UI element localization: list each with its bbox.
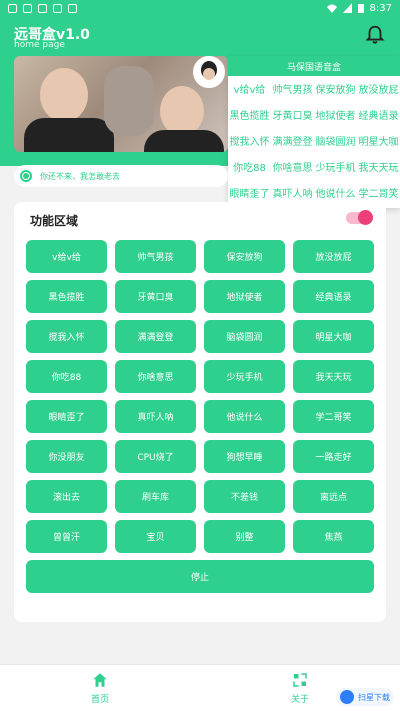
sound-button[interactable]: 离远点 [293, 480, 374, 513]
dropdown-item[interactable]: 保安放狗 [314, 78, 357, 104]
dropdown-item[interactable]: 放没放屁 [357, 78, 400, 104]
sound-button[interactable]: 我天天玩 [293, 360, 374, 393]
status-bar: 8:37 [0, 0, 400, 16]
status-time: 8:37 [369, 2, 392, 14]
nav-home[interactable]: 首页 [70, 671, 130, 705]
sound-button-grid: v给v给 帅气男孩 保安放狗 放没放屁 黑色揽胜 牙黄口臭 地狱使者 经典语录 … [26, 240, 374, 553]
status-notification-icons [8, 3, 77, 13]
sound-button[interactable]: 他说什么 [204, 400, 285, 433]
banner-face [160, 86, 204, 136]
sound-button[interactable]: 地狱使者 [204, 280, 285, 313]
dropdown-item[interactable]: 经典语录 [357, 104, 400, 130]
nav-home-label: 首页 [90, 695, 109, 705]
sound-button[interactable]: 学二哥笑 [293, 400, 374, 433]
app-subtitle: home page [14, 40, 65, 50]
sound-button[interactable]: 不差钱 [204, 480, 285, 513]
notice-text: 你还不来，我怎敢老去 [40, 171, 120, 181]
notification-icon [23, 3, 32, 13]
sound-button[interactable]: 搅我入怀 [26, 320, 107, 353]
sound-button[interactable]: 帅气男孩 [115, 240, 196, 273]
about-icon [293, 673, 307, 687]
signal-icon [342, 3, 352, 13]
banner-shirt [144, 130, 224, 152]
wifi-icon [326, 4, 337, 13]
avatar [193, 56, 225, 88]
watermark-badge: 扫星下载 [336, 688, 394, 706]
nav-about-label: 关于 [290, 695, 309, 705]
avatar-face [203, 68, 215, 80]
dropdown-item[interactable]: 帅气男孩 [271, 78, 314, 104]
bell-icon[interactable] [364, 24, 386, 46]
sound-button[interactable]: 少玩手机 [204, 360, 285, 393]
sound-button[interactable]: 刷车库 [115, 480, 196, 513]
notice-bar: 你还不来，我怎敢老去 [14, 165, 228, 187]
sound-button[interactable]: 曾曾汗 [26, 520, 107, 553]
function-toggle[interactable] [346, 210, 373, 225]
sound-button[interactable]: 宝贝 [115, 520, 196, 553]
status-system-icons: 8:37 [326, 2, 392, 14]
sound-button[interactable]: 牙黄口臭 [115, 280, 196, 313]
dropdown-item[interactable]: 脑袋圆润 [314, 130, 357, 156]
banner-figure [104, 66, 154, 136]
dropdown-item[interactable]: 搅我入怀 [228, 130, 271, 156]
sound-dropdown: 马保国语音盒 v给v给 帅气男孩 保安放狗 放没放屁 黑色揽胜 牙黄口臭 地狱使… [228, 56, 400, 208]
dropdown-item[interactable]: v给v给 [228, 78, 271, 104]
sound-button[interactable]: 眼睛歪了 [26, 400, 107, 433]
sound-button[interactable]: 明星大咖 [293, 320, 374, 353]
sound-button[interactable]: 你吃88 [26, 360, 107, 393]
home-icon [93, 673, 107, 687]
dropdown-item[interactable]: 少玩手机 [314, 156, 357, 182]
sound-button[interactable]: 狗想早睡 [204, 440, 285, 473]
notification-icon [8, 3, 17, 13]
sound-button[interactable]: 你没朋友 [26, 440, 107, 473]
sound-button[interactable]: 一路走好 [293, 440, 374, 473]
sound-button[interactable]: CPU烧了 [115, 440, 196, 473]
sound-button[interactable]: 放没放屁 [293, 240, 374, 273]
sound-button[interactable]: 你啥意思 [115, 360, 196, 393]
sound-button[interactable]: 满满登登 [115, 320, 196, 353]
dropdown-item[interactable]: 你啥意思 [271, 156, 314, 182]
dropdown-item[interactable]: 牙黄口臭 [271, 104, 314, 130]
dropdown-item[interactable]: 满满登登 [271, 130, 314, 156]
sound-button[interactable]: 别整 [204, 520, 285, 553]
watermark-icon [340, 690, 354, 704]
sound-button[interactable]: 滚出去 [26, 480, 107, 513]
sound-button[interactable]: 保安放狗 [204, 240, 285, 273]
dropdown-item[interactable]: 明星大咖 [357, 130, 400, 156]
notification-icon [68, 3, 77, 13]
sound-button[interactable]: 真吓人呐 [115, 400, 196, 433]
sound-button[interactable]: 焦燕 [293, 520, 374, 553]
stop-button[interactable]: 停止 [26, 560, 374, 593]
nav-about[interactable]: 关于 [270, 671, 330, 705]
dropdown-list: v给v给 帅气男孩 保安放狗 放没放屁 黑色揽胜 牙黄口臭 地狱使者 经典语录 … [228, 76, 400, 210]
panel-title: 功能区域 [30, 214, 79, 228]
sound-button[interactable]: v给v给 [26, 240, 107, 273]
dropdown-item[interactable]: 地狱使者 [314, 104, 357, 130]
notification-icon [38, 3, 47, 13]
battery-icon [357, 4, 364, 13]
banner-face [40, 68, 88, 122]
dropdown-item[interactable]: 我天天玩 [357, 156, 400, 182]
dropdown-title: 马保国语音盒 [228, 56, 400, 76]
radio-icon [20, 170, 32, 182]
sound-button[interactable]: 经典语录 [293, 280, 374, 313]
notification-icon [53, 3, 62, 13]
function-panel: 功能区域 v给v给 帅气男孩 保安放狗 放没放屁 黑色揽胜 牙黄口臭 地狱使者 … [14, 202, 386, 622]
watermark-text: 扫星下载 [358, 692, 390, 702]
dropdown-item[interactable]: 黑色揽胜 [228, 104, 271, 130]
sound-button[interactable]: 黑色揽胜 [26, 280, 107, 313]
banner-shirt [24, 118, 114, 152]
dropdown-item[interactable]: 你吃88 [228, 156, 271, 182]
sound-button[interactable]: 脑袋圆润 [204, 320, 285, 353]
